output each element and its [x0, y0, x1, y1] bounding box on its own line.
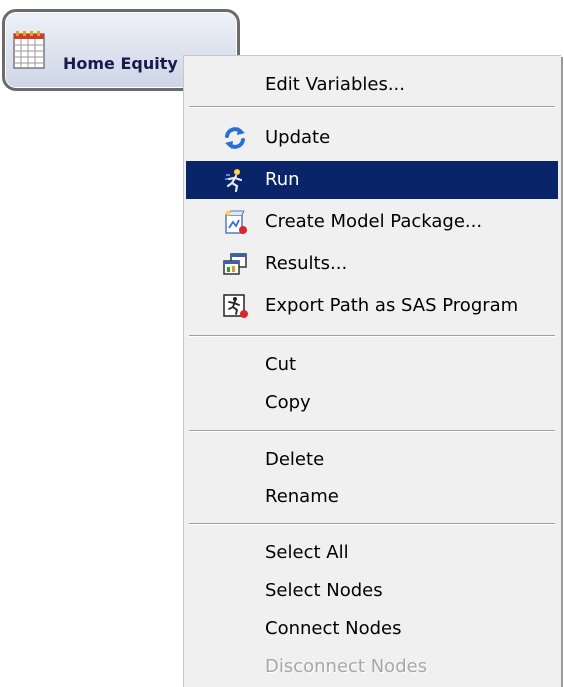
menu-item-select-all[interactable]: Select All — [186, 534, 558, 572]
menu-item-update[interactable]: Update — [186, 119, 558, 157]
menu-item-label: Update — [265, 127, 331, 148]
menu-item-label: Create Model Package... — [265, 211, 483, 232]
menu-item-label: Copy — [265, 392, 311, 413]
export-program-icon — [223, 294, 248, 318]
menu-item-run[interactable]: Run — [186, 161, 558, 199]
menu-separator — [189, 523, 555, 525]
menu-item-label: Cut — [265, 354, 297, 375]
model-package-icon — [225, 210, 247, 234]
menu-separator — [189, 335, 555, 337]
menu-item-cut[interactable]: Cut — [186, 346, 558, 384]
menu-item-label: Run — [265, 169, 300, 190]
run-icon — [225, 169, 243, 193]
refresh-icon — [225, 127, 245, 149]
menu-item-label: Disconnect Nodes — [265, 656, 428, 677]
menu-item-label: Edit Variables... — [265, 74, 406, 95]
menu-item-edit-variables[interactable]: Edit Variables... — [186, 66, 558, 104]
menu-item-label: Select Nodes — [265, 580, 383, 601]
menu-item-label: Delete — [265, 449, 325, 470]
menu-item-create-model-package[interactable]: Create Model Package... — [186, 203, 558, 241]
menu-item-label: Results... — [265, 253, 348, 274]
menu-item-results[interactable]: Results... — [186, 245, 558, 283]
menu-item-rename[interactable]: Rename — [186, 478, 558, 516]
menu-item-export-path[interactable]: Export Path as SAS Program — [186, 287, 558, 325]
menu-item-label: Rename — [265, 486, 339, 507]
results-window-icon — [223, 253, 247, 275]
menu-item-copy[interactable]: Copy — [186, 384, 558, 422]
menu-item-label: Select All — [265, 542, 349, 563]
menu-item-select-nodes[interactable]: Select Nodes — [186, 572, 558, 610]
node-label: Home Equity — [63, 54, 178, 73]
menu-item-label: Connect Nodes — [265, 618, 402, 639]
menu-item-connect-nodes[interactable]: Connect Nodes — [186, 610, 558, 648]
menu-separator — [189, 430, 555, 432]
menu-separator — [189, 106, 555, 108]
data-source-table-icon — [13, 31, 45, 69]
menu-item-label: Export Path as SAS Program — [265, 295, 519, 316]
context-menu: Edit Variables... Update Run Create Mode… — [183, 55, 561, 687]
menu-item-delete[interactable]: Delete — [186, 441, 558, 479]
menu-item-disconnect-nodes: Disconnect Nodes — [186, 648, 558, 686]
